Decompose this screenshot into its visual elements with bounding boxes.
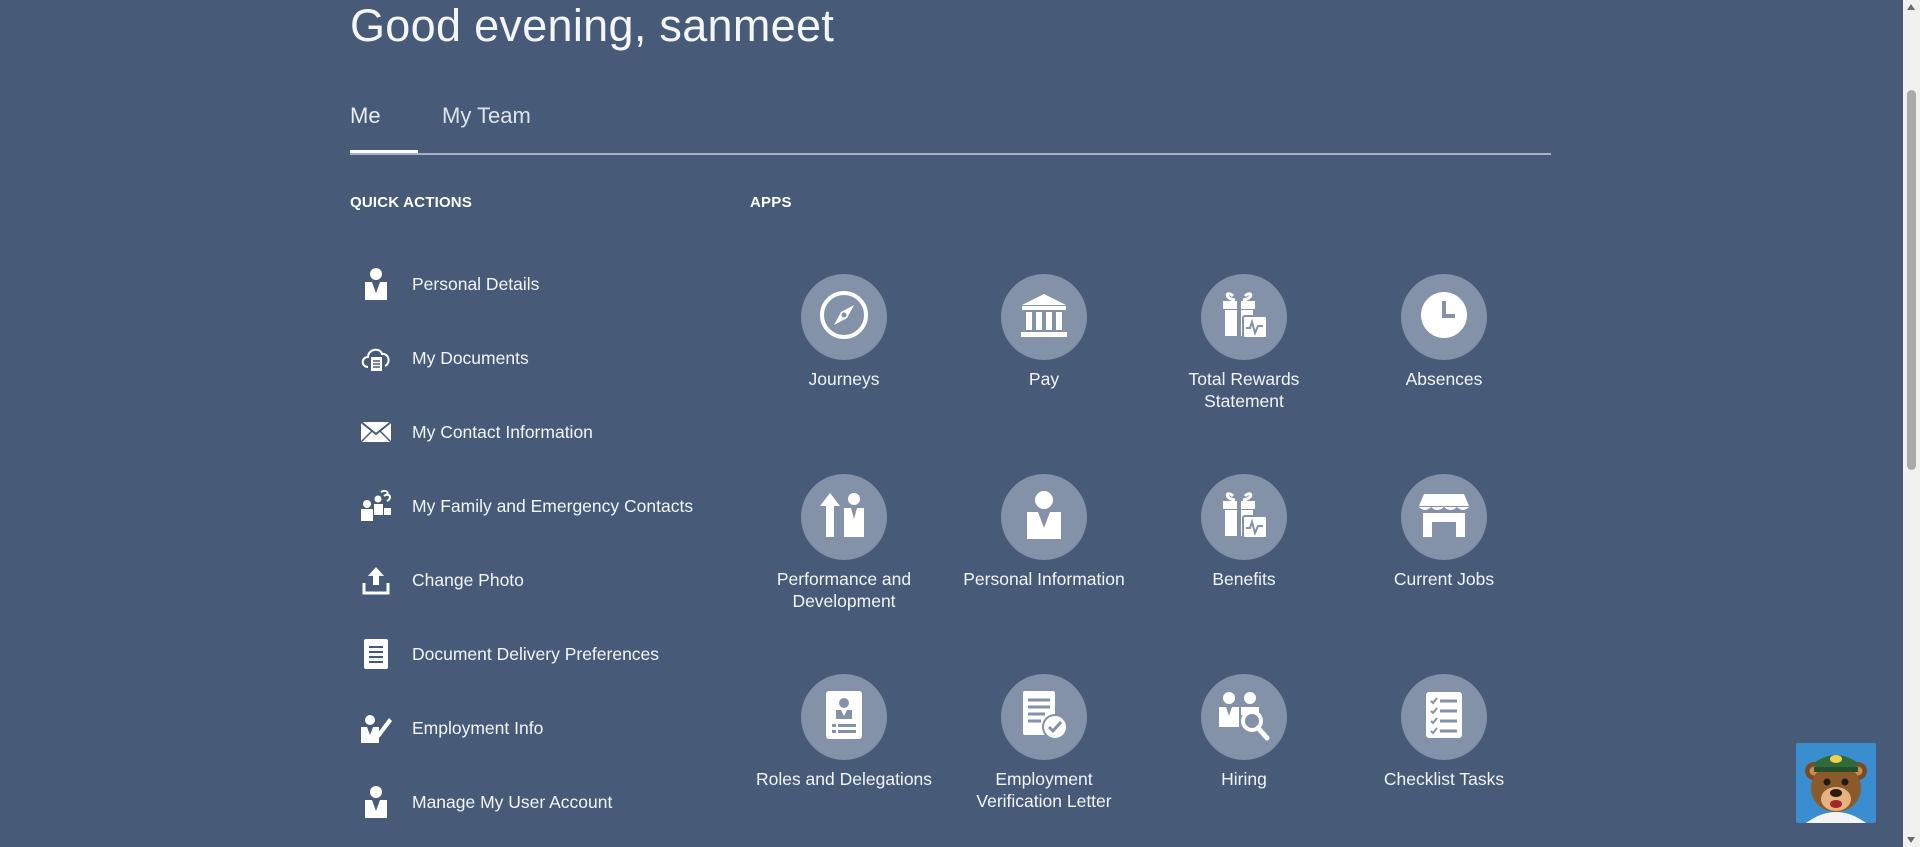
storefront-icon — [1418, 492, 1470, 543]
app-label: Absences — [1405, 369, 1483, 389]
document-icon — [358, 636, 394, 672]
app-label: Current Jobs — [1393, 569, 1495, 589]
app-icon-circle — [801, 674, 887, 760]
checklist-icon — [1424, 690, 1464, 745]
app-icon-circle — [801, 274, 887, 360]
app-absences[interactable]: Absences — [1344, 274, 1544, 390]
clock-icon — [1419, 290, 1469, 345]
app-total-rewards-statement[interactable]: Total Rewards Statement — [1144, 274, 1344, 412]
greeting-title: Good evening, sanmeet — [350, 0, 835, 51]
badge-icon — [824, 689, 864, 746]
envelope-icon — [358, 414, 394, 450]
tab-bar: Me My Team — [350, 103, 1551, 155]
tab-me[interactable]: Me — [350, 103, 418, 154]
quick-action-document-delivery-preferences[interactable]: Document Delivery Preferences — [358, 634, 718, 674]
app-label: Personal Information — [963, 569, 1125, 589]
digital-assistant-button[interactable] — [1796, 743, 1876, 823]
quick-action-label: Document Delivery Preferences — [412, 643, 660, 664]
app-roles-and-delegations[interactable]: Roles and Delegations — [744, 674, 944, 790]
scroll-up-arrow-icon[interactable] — [1907, 4, 1915, 10]
quick-action-label: Personal Details — [412, 273, 540, 294]
quick-action-my-documents[interactable]: My Documents — [358, 338, 718, 378]
compass-icon — [818, 289, 870, 346]
quick-action-personal-details[interactable]: Personal Details — [358, 264, 718, 304]
growth-person-icon — [818, 489, 870, 546]
app-icon-circle — [1401, 474, 1487, 560]
quick-actions-heading: QUICK ACTIONS — [350, 194, 473, 211]
quick-action-label: Change Photo — [412, 569, 524, 590]
quick-action-label: My Documents — [412, 347, 529, 368]
app-personal-information[interactable]: Personal Information — [944, 474, 1144, 590]
vertical-scrollbar[interactable] — [1903, 0, 1920, 847]
scrollbar-thumb[interactable] — [1907, 90, 1916, 470]
quick-action-label: Manage My User Account — [412, 791, 613, 812]
app-label: Total Rewards Statement — [1188, 369, 1300, 411]
app-icon-circle — [1201, 274, 1287, 360]
person-icon — [358, 266, 394, 302]
app-label: Hiring — [1221, 769, 1267, 789]
app-icon-circle — [1401, 274, 1487, 360]
app-label: Performance and Development — [776, 569, 912, 611]
gift-chart-icon — [1217, 488, 1271, 547]
app-benefits[interactable]: Benefits — [1144, 474, 1344, 590]
tab-my-team[interactable]: My Team — [442, 103, 531, 129]
app-icon-circle — [1201, 674, 1287, 760]
family-contacts-icon — [358, 488, 394, 524]
app-icon-circle — [1001, 474, 1087, 560]
quick-action-manage-my-user-account[interactable]: Manage My User Account — [358, 782, 718, 822]
app-current-jobs[interactable]: Current Jobs — [1344, 474, 1544, 590]
quick-action-label: My Family and Emergency Contacts — [412, 495, 694, 516]
app-pay[interactable]: Pay — [944, 274, 1144, 390]
cloud-document-icon — [358, 340, 394, 376]
person-edit-icon — [358, 710, 394, 746]
bank-icon — [1019, 292, 1069, 343]
app-icon-circle — [1401, 674, 1487, 760]
gift-chart-icon — [1217, 288, 1271, 347]
person-icon — [358, 784, 394, 820]
quick-action-employment-info[interactable]: Employment Info — [358, 708, 718, 748]
app-label: Employment Verification Letter — [976, 769, 1112, 811]
quick-action-change-photo[interactable]: Change Photo — [358, 560, 718, 600]
quick-action-label: My Contact Information — [412, 421, 593, 442]
app-icon-circle — [1001, 674, 1087, 760]
quick-action-label: Employment Info — [412, 717, 544, 738]
scroll-down-arrow-icon[interactable] — [1907, 837, 1915, 843]
app-icon-circle — [1001, 274, 1087, 360]
app-label: Checklist Tasks — [1383, 769, 1505, 789]
app-icon-circle — [1201, 474, 1287, 560]
app-hiring[interactable]: Hiring — [1144, 674, 1344, 790]
upload-icon — [358, 562, 394, 598]
app-label: Journeys — [808, 369, 880, 389]
app-label: Benefits — [1212, 569, 1276, 589]
app-checklist-tasks[interactable]: Checklist Tasks — [1344, 674, 1544, 790]
people-search-icon — [1217, 689, 1271, 746]
app-label: Pay — [1028, 369, 1060, 389]
bear-mascot-icon — [1796, 743, 1876, 823]
document-check-icon — [1019, 689, 1069, 746]
app-icon-circle — [801, 474, 887, 560]
app-label: Roles and Delegations — [755, 769, 933, 789]
app-employment-verification-letter[interactable]: Employment Verification Letter — [944, 674, 1144, 812]
app-journeys[interactable]: Journeys — [744, 274, 944, 390]
apps-heading: APPS — [750, 194, 792, 211]
tab-divider — [350, 153, 1551, 155]
person-icon — [1024, 490, 1064, 545]
app-performance-and-development[interactable]: Performance and Development — [744, 474, 944, 612]
quick-action-family-emergency-contacts[interactable]: My Family and Emergency Contacts — [358, 486, 718, 526]
quick-action-my-contact-information[interactable]: My Contact Information — [358, 412, 718, 452]
